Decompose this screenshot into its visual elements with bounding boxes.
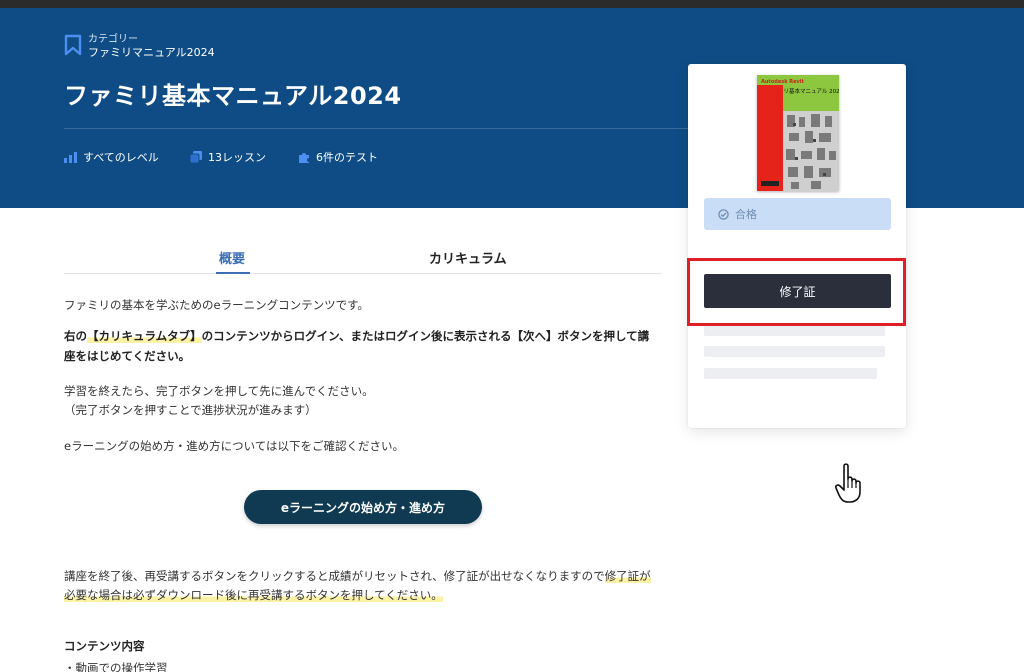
- instruction-line-1: 右の【カリキュラムタブ】のコンテンツからログイン、またはログイン後に表示される【…: [64, 326, 649, 346]
- bar-chart-icon: [64, 151, 77, 163]
- stat-tests-label: 6件のテスト: [316, 151, 378, 164]
- check-circle-icon: [718, 208, 729, 220]
- puzzle-icon: [299, 153, 309, 163]
- reset-warning-text: 講座を終了後、再受講するボタンをクリックすると成績がリセットされ、修了証が出せな…: [64, 569, 605, 583]
- reset-warning-highlight-b: 必要な場合は必ずダウンロード後に再受講するボタンを押してください。: [64, 588, 443, 602]
- browser-top-strip: [0, 0, 1024, 8]
- instruction-line-2: 座をはじめてください。: [64, 349, 191, 363]
- howto-text: eラーニングの始め方・進め方については以下をご確認ください。: [64, 439, 404, 453]
- hand-pointer-icon: [835, 463, 861, 503]
- cover-artwork: [783, 111, 839, 191]
- stat-level: すべてのレベル: [64, 149, 159, 165]
- bookmark-icon: [64, 34, 82, 56]
- stat-lessons: 13レッスン: [190, 149, 266, 165]
- reset-warning-line-1: 講座を終了後、再受講するボタンをクリックすると成績がリセットされ、修了証が出せな…: [64, 566, 664, 586]
- tab-curriculum[interactable]: カリキュラム: [429, 248, 507, 267]
- category-value[interactable]: ファミリマニュアル2024: [88, 44, 215, 60]
- cover-artwork-graphic: [783, 111, 839, 191]
- category-label: カテゴリー: [88, 34, 138, 45]
- completion-note: （完了ボタンを押すことで進捗状況が進みます）: [64, 403, 317, 417]
- header-divider: [64, 128, 688, 129]
- course-title: ファミリ基本マニュアル2024: [64, 82, 402, 110]
- cover-red-strip: [757, 85, 783, 191]
- course-tabs: 概要 カリキュラム: [64, 238, 662, 274]
- reset-warning-highlight-a: 修了証が: [604, 569, 651, 583]
- certificate-highlight-frame: [687, 258, 906, 326]
- reset-warning-line-2: 必要な場合は必ずダウンロード後に再受講するボタンを押してください。: [64, 585, 443, 605]
- stat-tests: 6件のテスト: [298, 149, 378, 165]
- instruction-text-b: のコンテンツからログイン、またはログイン後に表示される【次へ】ボタンを押して講: [201, 329, 650, 343]
- pass-status-label: 合格: [735, 208, 757, 221]
- placeholder-line: [704, 325, 885, 336]
- contents-heading: コンテンツ内容: [64, 639, 145, 653]
- copy-icon: [190, 151, 202, 163]
- contents-item: ・動画での操作学習: [64, 661, 168, 672]
- active-tab-indicator: [216, 272, 250, 274]
- stat-lessons-label: 13レッスン: [208, 151, 266, 164]
- cover-footer-mark: [761, 181, 779, 186]
- intro-text: ファミリの基本を学ぶためのeラーニングコンテンツです。: [64, 298, 369, 312]
- placeholder-line: [704, 368, 877, 379]
- pass-status-badge: 合格: [704, 198, 891, 230]
- howto-button[interactable]: eラーニングの始め方・進め方: [244, 490, 482, 524]
- course-cover-image: Autodesk Revit ファミリ基本マニュアル 2024: [757, 75, 839, 191]
- curriculum-tab-highlight: 【カリキュラムタブ】: [87, 329, 202, 343]
- completion-text: 学習を終えたら、完了ボタンを押して先に進んでください。: [64, 384, 374, 398]
- placeholder-line: [704, 346, 885, 357]
- instruction-text-a: 右の: [64, 329, 87, 343]
- tab-overview[interactable]: 概要: [219, 248, 245, 267]
- stat-level-label: すべてのレベル: [83, 151, 159, 164]
- course-side-card: Autodesk Revit ファミリ基本マニュアル 2024 合格 修了証: [688, 64, 906, 428]
